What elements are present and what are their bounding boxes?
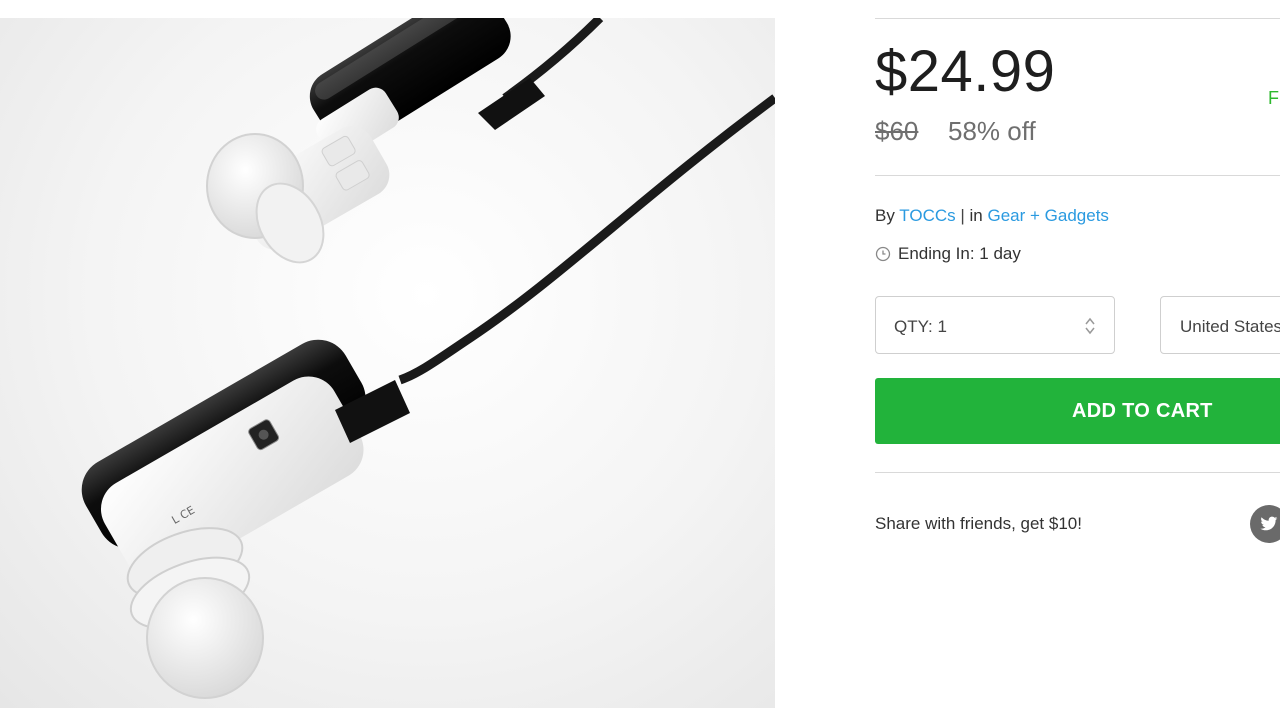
byline: By TOCCs | in Gear + Gadgets — [875, 206, 1109, 226]
shipping-label: Fr — [1268, 88, 1280, 108]
clock-icon — [875, 246, 891, 262]
divider — [875, 18, 1280, 19]
divider — [875, 175, 1280, 176]
discount-label: 58% off — [948, 116, 1036, 146]
add-to-cart-button[interactable]: ADD TO CART — [875, 378, 1280, 444]
byline-separator: | — [960, 206, 965, 225]
divider — [875, 472, 1280, 473]
vendor-link[interactable]: TOCCs — [899, 206, 955, 225]
sale-price: $24.99 — [875, 39, 1056, 104]
quantity-stepper[interactable]: QTY: 1 — [875, 296, 1115, 354]
add-to-cart-label: ADD TO CART — [1072, 400, 1213, 422]
twitter-share-button[interactable] — [1250, 505, 1280, 543]
product-page: L CE $24.99 Fr $60 58% off By TOCCs | in… — [0, 0, 1280, 720]
original-price: $60 — [875, 116, 919, 146]
by-label: By — [875, 206, 895, 225]
earbuds-illustration: L CE — [81, 18, 775, 699]
product-image: L CE — [0, 18, 775, 708]
ending-timer: Ending In: 1 day — [875, 244, 1021, 264]
ending-text: Ending In: 1 day — [898, 244, 1021, 263]
quantity-label: QTY: 1 — [894, 317, 947, 336]
country-selected: United States — [1180, 317, 1280, 336]
category-link[interactable]: Gear + Gadgets — [987, 206, 1108, 225]
in-label: in — [969, 206, 983, 225]
country-select[interactable]: United States — [1160, 296, 1280, 354]
twitter-icon — [1260, 516, 1278, 531]
share-text: Share with friends, get $10! — [875, 514, 1082, 533]
purchase-panel: $24.99 Fr $60 58% off By TOCCs | in Gear… — [875, 0, 1280, 720]
stepper-icon[interactable] — [1084, 316, 1096, 336]
